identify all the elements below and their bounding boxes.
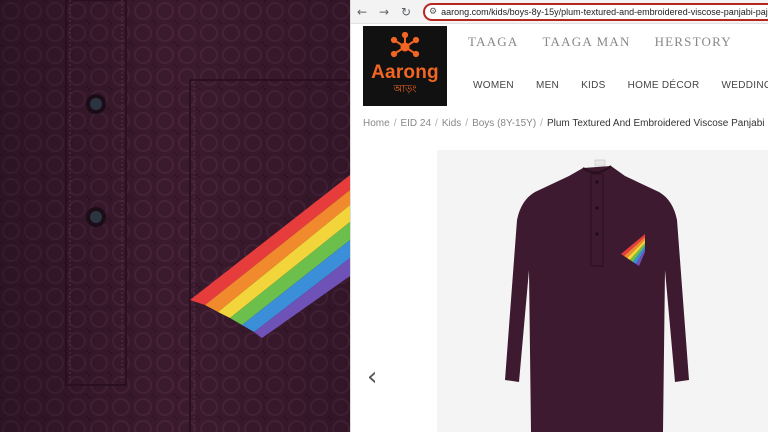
- breadcrumb: Home / EID 24/Kids / Boys (8Y-15Y) / Plum Text…: [363, 118, 768, 129]
- browser-window: ← → ↻ ⚙ aarong.com/kids/boys-8y-15y/plum…: [350, 0, 768, 432]
- product-image-area: [437, 150, 768, 432]
- aarong-logo[interactable]: Aarong আড়ং: [363, 26, 447, 106]
- nav-wedding[interactable]: WEDDING: [722, 80, 768, 91]
- reload-icon[interactable]: ↻: [399, 5, 413, 19]
- breadcrumb-home[interactable]: Home: [363, 118, 390, 129]
- main-nav: WOMEN MEN KIDS HOME DÉCOR WEDDING: [473, 80, 768, 91]
- nav-home-decor[interactable]: HOME DÉCOR: [628, 80, 700, 91]
- breadcrumb-separator: /: [393, 118, 397, 129]
- arrow-right-icon[interactable]: →: [377, 5, 391, 19]
- nav-taaga[interactable]: TAAGA: [468, 34, 518, 50]
- breadcrumb-boys[interactable]: Boys (8Y-15Y): [472, 118, 536, 129]
- nav-men[interactable]: MEN: [536, 80, 559, 91]
- breadcrumb-kids[interactable]: Kids: [442, 118, 461, 129]
- address-bar[interactable]: ⚙ aarong.com/kids/boys-8y-15y/plum-textu…: [423, 2, 768, 21]
- closeup-photo: [0, 0, 350, 432]
- nav-herstory[interactable]: HERSTORY: [655, 34, 732, 50]
- logo-wordmark: Aarong: [371, 62, 439, 83]
- top-nav: TAAGA TAAGA MAN HERSTORY: [468, 34, 732, 50]
- address-text: aarong.com/kids/boys-8y-15y/plum-texture…: [441, 6, 768, 17]
- chevron-left-icon[interactable]: ‹: [367, 362, 377, 392]
- product-image[interactable]: [437, 150, 768, 432]
- site-info-icon[interactable]: ⚙: [429, 7, 437, 17]
- browser-toolbar: ← → ↻ ⚙ aarong.com/kids/boys-8y-15y/plum…: [351, 0, 768, 24]
- nav-women[interactable]: WOMEN: [473, 80, 514, 91]
- fabric-closeup-illustration: [0, 0, 350, 432]
- breadcrumb-separator: /: [435, 118, 438, 129]
- logo-mark-icon: [390, 32, 420, 58]
- logo-bangla: আড়ং: [393, 84, 417, 95]
- arrow-left-icon[interactable]: ←: [355, 5, 369, 19]
- nav-kids[interactable]: KIDS: [581, 80, 606, 91]
- site-header: Aarong আড়ং TAAGA TAAGA MAN HERSTORY WOM…: [351, 24, 768, 108]
- breadcrumb-current: Plum Textured And Embroidered Viscose Pa…: [546, 118, 768, 129]
- nav-taaga-man[interactable]: TAAGA MAN: [542, 34, 630, 50]
- breadcrumb-eid[interactable]: EID 24: [400, 118, 431, 129]
- breadcrumb-separator: /: [540, 118, 543, 129]
- breadcrumb-separator: /: [465, 118, 469, 129]
